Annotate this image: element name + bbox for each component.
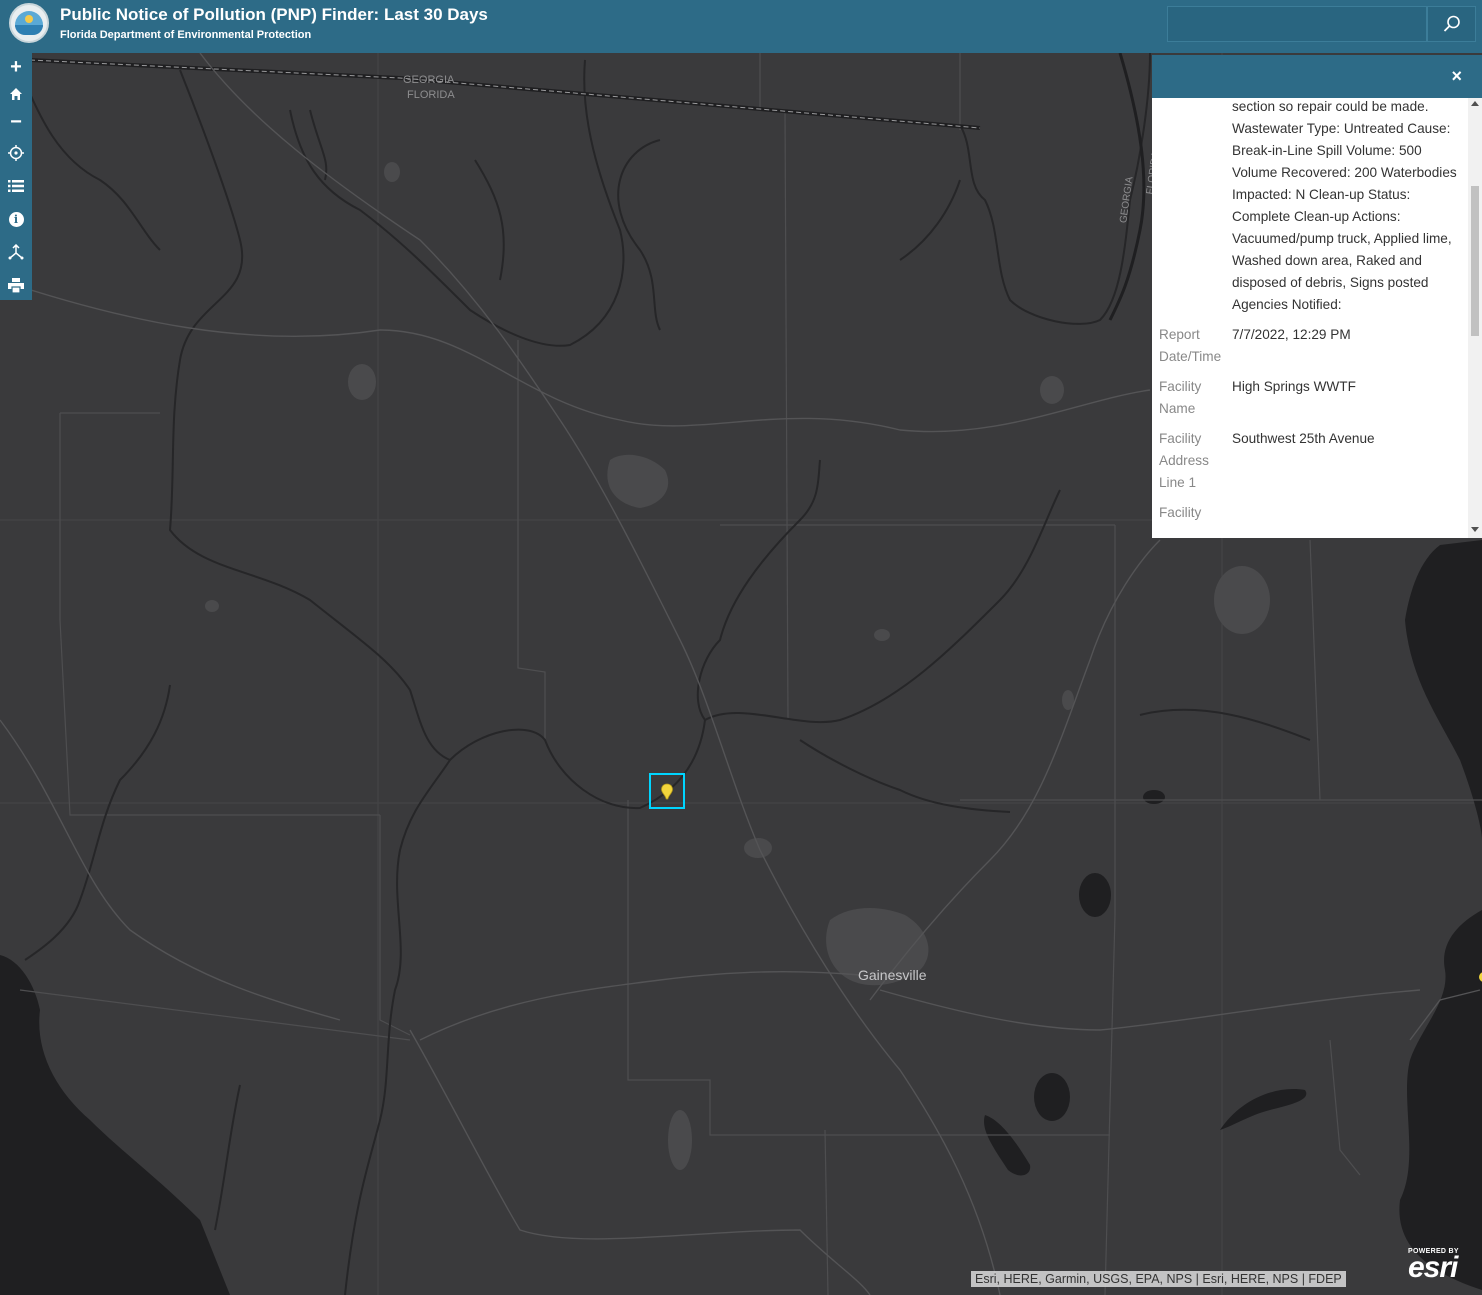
close-icon[interactable]: ×	[1451, 66, 1462, 86]
popup-header: ×	[1152, 55, 1482, 98]
home-button[interactable]	[0, 80, 32, 108]
field-value: 7/7/2022, 12:29 PM	[1232, 327, 1351, 342]
field-label: Report Date/Time	[1159, 327, 1222, 364]
selected-feature-highlight[interactable]	[649, 773, 685, 809]
search-button[interactable]	[1427, 6, 1476, 42]
popup-description-value: section so repair could be made. Wastewa…	[1232, 99, 1457, 312]
plus-icon: +	[10, 56, 22, 78]
print-icon	[8, 277, 24, 293]
print-button[interactable]	[0, 271, 32, 299]
popup-content[interactable]: section so repair could be made. Wastewa…	[1152, 98, 1468, 538]
esri-brand: esri	[1408, 1251, 1458, 1284]
popup-row-facility-next: Facility	[1152, 502, 1468, 524]
app-title: Public Notice of Pollution (PNP) Finder:…	[60, 5, 488, 24]
locate-button[interactable]	[0, 139, 32, 167]
popup-row-report-date: Report Date/Time 7/7/2022, 12:29 PM	[1152, 324, 1468, 368]
field-label: Facility Name	[1159, 379, 1202, 416]
list-icon	[8, 180, 24, 192]
app-header: Public Notice of Pollution (PNP) Finder:…	[0, 0, 1482, 53]
field-value: High Springs WWTF	[1232, 379, 1356, 394]
popup-row-description: section so repair could be made. Wastewa…	[1152, 98, 1468, 316]
esri-logo[interactable]: POWERED BY esri	[1408, 1248, 1459, 1284]
app-subtitle: Florida Department of Environmental Prot…	[60, 29, 312, 41]
field-value	[1232, 502, 1462, 524]
layer-list-button[interactable]	[0, 172, 32, 200]
locate-icon	[8, 145, 24, 161]
popup-row-facility-address: Facility Address Line 1 Southwest 25th A…	[1152, 428, 1468, 494]
field-label: Facility Address Line 1	[1159, 431, 1209, 490]
about-button[interactable]: i	[0, 205, 32, 233]
field-label: Facility	[1159, 505, 1202, 520]
search-icon	[1443, 15, 1460, 32]
measure-icon	[8, 244, 24, 260]
minus-icon: −	[10, 111, 22, 133]
search-input[interactable]	[1167, 6, 1427, 42]
popup-scrollbar[interactable]	[1468, 98, 1482, 538]
state-label-georgia: GEORGIA	[403, 74, 455, 86]
scroll-down-arrow-icon[interactable]	[1471, 527, 1479, 532]
pollution-marker-icon[interactable]	[651, 775, 683, 807]
state-label-florida: FLORIDA	[407, 89, 455, 101]
measure-button[interactable]	[0, 238, 32, 266]
city-label-gainesville: Gainesville	[858, 967, 927, 983]
map-toolbar: + − i	[0, 53, 32, 300]
field-value: Southwest 25th Avenue	[1232, 431, 1375, 446]
info-icon: i	[8, 211, 24, 227]
home-icon	[10, 88, 22, 100]
zoom-in-button[interactable]: +	[0, 53, 32, 81]
zoom-out-button[interactable]: −	[0, 108, 32, 136]
popup-row-facility-name: Facility Name High Springs WWTF	[1152, 376, 1468, 420]
fdep-logo	[9, 3, 49, 43]
map-attribution: Esri, HERE, Garmin, USGS, EPA, NPS | Esr…	[971, 1271, 1346, 1287]
feature-popup: × section so repair could be made. Waste…	[1152, 55, 1482, 538]
scroll-up-arrow-icon[interactable]	[1471, 101, 1479, 106]
scroll-thumb[interactable]	[1471, 186, 1479, 336]
